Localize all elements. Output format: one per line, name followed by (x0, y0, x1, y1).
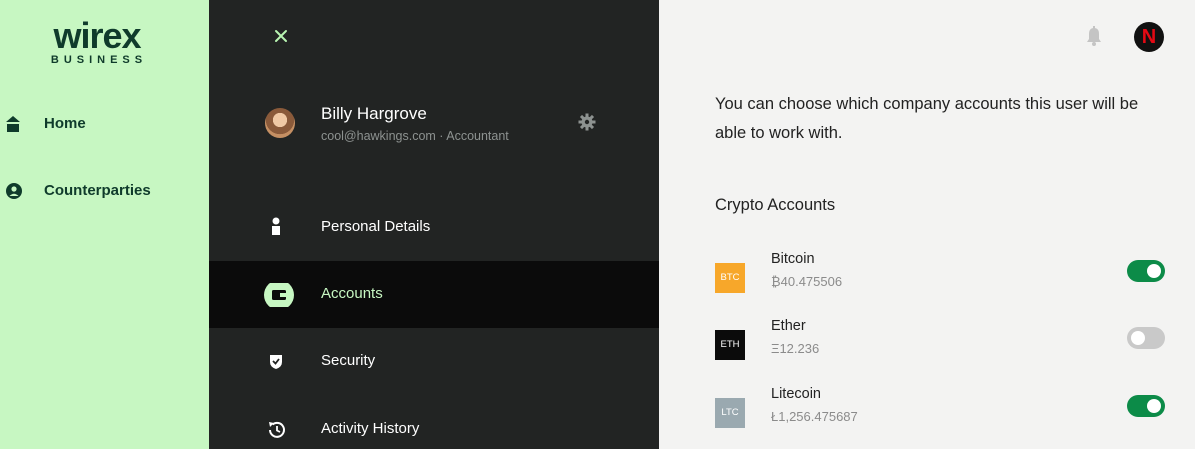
left-sidebar: wirex BUSINESS Home Counterparties (0, 0, 209, 449)
account-toggle[interactable] (1127, 395, 1165, 417)
user-circle-icon (6, 183, 22, 199)
account-toggle[interactable] (1127, 260, 1165, 282)
menu-item-accounts[interactable]: Accounts (209, 261, 659, 328)
sidebar-item-home[interactable]: Home (0, 104, 209, 144)
profile-avatar[interactable]: N (1134, 22, 1164, 52)
user-email-role: cool@hawkings.com · Accountant (321, 129, 509, 143)
close-icon[interactable] (271, 26, 291, 46)
wirex-business-logo[interactable]: wirex BUSINESS (41, 18, 153, 68)
home-icon (6, 116, 22, 132)
person-icon (264, 216, 294, 240)
sidebar-item-counterparties[interactable]: Counterparties (0, 171, 209, 211)
account-row-bitcoin: BTC Bitcoin ₿40.475506 (715, 251, 1175, 295)
toggle-knob (1131, 331, 1145, 345)
user-name: Billy Hargrove (321, 104, 427, 123)
gear-icon[interactable] (578, 113, 596, 131)
account-name: Ether (771, 318, 806, 334)
account-toggle[interactable] (1127, 327, 1165, 349)
user-settings-panel: Billy Hargrove cool@hawkings.com · Accou… (209, 0, 659, 449)
eth-badge: ETH (715, 330, 745, 360)
accounts-content: N You can choose which company accounts … (659, 0, 1195, 449)
wallet-icon (264, 280, 294, 310)
sidebar-item-label: Home (44, 115, 86, 132)
account-balance: Ξ12.236 (771, 341, 820, 356)
avatar (265, 108, 295, 138)
history-icon (264, 418, 294, 442)
toggle-knob (1147, 264, 1161, 278)
section-title: Crypto Accounts (715, 196, 836, 214)
profile-initial: N (1141, 26, 1157, 48)
menu-item-activity-history[interactable]: Activity History (209, 396, 659, 463)
account-balance: ₿40.475506 (771, 274, 843, 289)
logo-subtitle: BUSINESS (50, 54, 148, 66)
shield-icon (264, 350, 294, 374)
sidebar-item-label: Counterparties (44, 182, 151, 199)
btc-badge: BTC (715, 263, 745, 293)
ltc-badge: LTC (715, 398, 745, 428)
account-name: Bitcoin (771, 251, 815, 267)
menu-item-label: Security (321, 352, 376, 369)
toggle-knob (1147, 399, 1161, 413)
menu-item-label: Personal Details (321, 218, 431, 235)
menu-item-personal-details[interactable]: Personal Details (209, 194, 659, 261)
account-row-litecoin: LTC Litecoin Ł1,256.475687 (715, 386, 1175, 430)
bell-icon[interactable] (1085, 25, 1103, 47)
logo-wordmark: wirex (53, 15, 141, 56)
menu-item-label: Accounts (321, 285, 383, 302)
description-text: You can choose which company accounts th… (715, 95, 1139, 142)
menu-item-label: Activity History (321, 420, 420, 437)
account-balance: Ł1,256.475687 (771, 409, 858, 424)
account-name: Litecoin (771, 386, 821, 402)
account-row-ether: ETH Ether Ξ12.236 (715, 318, 1175, 362)
menu-item-security[interactable]: Security (209, 328, 659, 395)
